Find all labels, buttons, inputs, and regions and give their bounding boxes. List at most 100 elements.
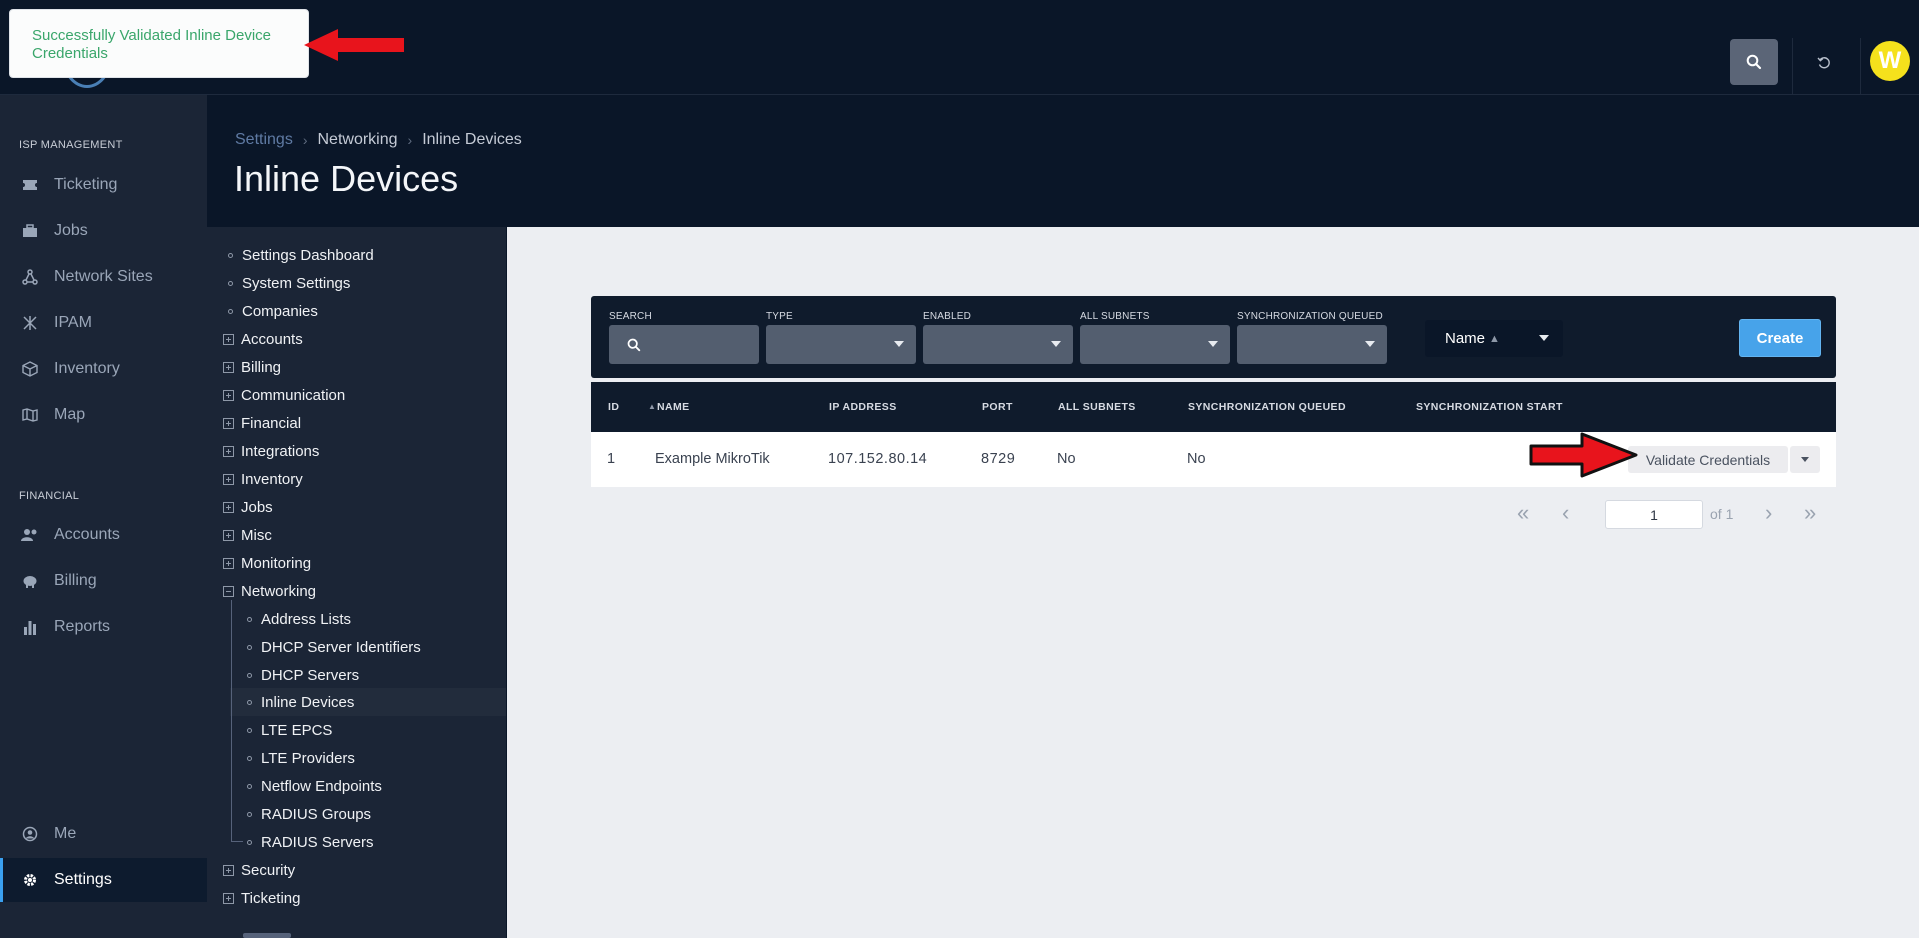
sync-queued-select[interactable] [1237, 325, 1387, 364]
gear-icon [21, 871, 39, 889]
nav-label: Inventory [54, 360, 120, 377]
annotation-arrow-right [1529, 432, 1638, 478]
sort-select[interactable]: Name ▲ [1425, 320, 1563, 357]
page-header [207, 95, 1919, 227]
expand-icon [223, 529, 234, 541]
expand-icon [223, 892, 234, 904]
create-button[interactable]: Create [1739, 319, 1821, 357]
nav-label: Network Sites [54, 268, 153, 285]
search-input[interactable] [609, 325, 759, 364]
tree-group-ticketing[interactable]: Ticketing [223, 884, 300, 912]
nav-section-financial: FINANCIAL [19, 490, 80, 502]
scroll-handle[interactable] [243, 933, 291, 938]
tree-label: Settings Dashboard [242, 246, 374, 264]
tree-group-inventory[interactable]: Inventory [223, 465, 303, 493]
nav-item-inventory[interactable]: Inventory [0, 347, 207, 391]
tree-label: LTE EPCS [261, 721, 333, 739]
first-page-icon[interactable]: « [1517, 500, 1529, 526]
nav-label: Billing [54, 572, 97, 589]
bullet-icon [247, 644, 252, 650]
refresh-button[interactable] [1800, 44, 1848, 82]
breadcrumb-networking[interactable]: Networking [317, 131, 397, 149]
tree-label: Financial [241, 414, 302, 432]
expand-icon [223, 417, 234, 429]
tree-item-address-lists[interactable]: Address Lists [247, 605, 351, 633]
expand-icon [223, 445, 234, 457]
tree-item-radius-servers[interactable]: RADIUS Servers [247, 828, 374, 856]
nav-item-ipam[interactable]: IPAM [0, 301, 207, 345]
nav-section-isp: ISP MANAGEMENT [19, 139, 123, 151]
page-title: Inline Devices [234, 158, 459, 199]
tree-group-accounts[interactable]: Accounts [223, 325, 303, 353]
breadcrumb-settings[interactable]: Settings [235, 131, 293, 149]
avatar[interactable]: W [1870, 41, 1910, 81]
tree-label: RADIUS Groups [261, 805, 372, 823]
type-select[interactable] [766, 325, 916, 364]
filter-label-sync-queued: SYNCHRONIZATION QUEUED [1237, 311, 1383, 322]
column-header-id[interactable]: ID [608, 401, 619, 413]
tree-item-netflow-endpoints[interactable]: Netflow Endpoints [247, 772, 382, 800]
toolbox-icon [21, 222, 39, 240]
prev-page-icon[interactable]: ‹ [1562, 500, 1569, 526]
nav-label: IPAM [54, 314, 92, 331]
tree-item-radius-groups[interactable]: RADIUS Groups [247, 800, 371, 828]
tree-item-inline-devices[interactable]: Inline Devices [247, 688, 354, 716]
column-header-sync-queued[interactable]: SYNCHRONIZATION QUEUED [1188, 401, 1346, 413]
tree-group-communication[interactable]: Communication [223, 381, 345, 409]
validate-credentials-button[interactable]: Validate Credentials [1628, 446, 1788, 473]
row-actions-dropdown[interactable] [1790, 446, 1820, 473]
page-number-input[interactable] [1605, 500, 1703, 529]
search-button[interactable] [1730, 39, 1778, 85]
tree-item-system-settings[interactable]: System Settings [228, 269, 350, 297]
tree-group-billing[interactable]: Billing [223, 353, 281, 381]
expand-icon [223, 864, 234, 876]
nav-item-ticketing[interactable]: Ticketing [0, 163, 207, 207]
tree-group-misc[interactable]: Misc [223, 521, 272, 549]
column-header-port[interactable]: PORT [982, 401, 1013, 413]
nav-item-me[interactable]: Me [0, 812, 207, 856]
enabled-select[interactable] [923, 325, 1073, 364]
tree-item-companies[interactable]: Companies [228, 297, 318, 325]
nav-item-reports[interactable]: Reports [0, 605, 207, 649]
tree-label: Networking [241, 582, 317, 600]
tree-group-networking[interactable]: Networking [223, 577, 316, 605]
tree-group-integrations[interactable]: Integrations [223, 437, 319, 465]
sort-asc-icon: ▲ [648, 402, 657, 411]
tree-guide-line [231, 600, 232, 842]
tree-group-financial[interactable]: Financial [223, 409, 301, 437]
all-subnets-select[interactable] [1080, 325, 1230, 364]
cell-sync-queued: No [1187, 451, 1206, 467]
tree-item-dhcp-server-identifiers[interactable]: DHCP Server Identifiers [247, 633, 421, 661]
last-page-icon[interactable]: » [1804, 500, 1816, 526]
column-header-all-subnets[interactable]: ALL SUBNETS [1058, 401, 1136, 413]
tree-label: Netflow Endpoints [261, 777, 382, 795]
success-toast: Successfully Validated Inline Device Cre… [9, 9, 309, 78]
column-header-name[interactable]: NAME [657, 401, 690, 413]
tree-group-monitoring[interactable]: Monitoring [223, 549, 311, 577]
network-sites-icon [21, 268, 39, 286]
column-header-sync-start[interactable]: SYNCHRONIZATION START [1416, 401, 1563, 413]
nav-item-jobs[interactable]: Jobs [0, 209, 207, 253]
refresh-icon [1817, 57, 1830, 69]
tree-item-lte-providers[interactable]: LTE Providers [247, 744, 355, 772]
nav-item-settings[interactable]: Settings [0, 858, 210, 902]
tree-item-lte-epcs[interactable]: LTE EPCS [247, 716, 332, 744]
nav-item-accounts[interactable]: Accounts [0, 513, 207, 557]
tree-label: Inline Devices [261, 693, 355, 711]
tree-group-jobs[interactable]: Jobs [223, 493, 273, 521]
cell-name: Example MikroTik [655, 451, 770, 467]
next-page-icon[interactable]: › [1765, 500, 1772, 526]
chevron-down-icon [1539, 335, 1549, 341]
tree-item-settings-dashboard[interactable]: Settings Dashboard [228, 241, 374, 269]
ipam-icon [21, 314, 39, 332]
bullet-icon [247, 727, 252, 733]
tree-item-dhcp-servers[interactable]: DHCP Servers [247, 661, 359, 689]
nav-label: Ticketing [54, 176, 118, 193]
nav-item-network-sites[interactable]: Network Sites [0, 255, 207, 299]
column-header-ip-address[interactable]: IP ADDRESS [829, 401, 897, 413]
tree-group-security[interactable]: Security [223, 856, 295, 884]
cell-id: 1 [607, 451, 616, 467]
nav-item-billing[interactable]: Billing [0, 559, 207, 603]
tree-label: RADIUS Servers [261, 833, 374, 851]
nav-item-map[interactable]: Map [0, 393, 207, 437]
